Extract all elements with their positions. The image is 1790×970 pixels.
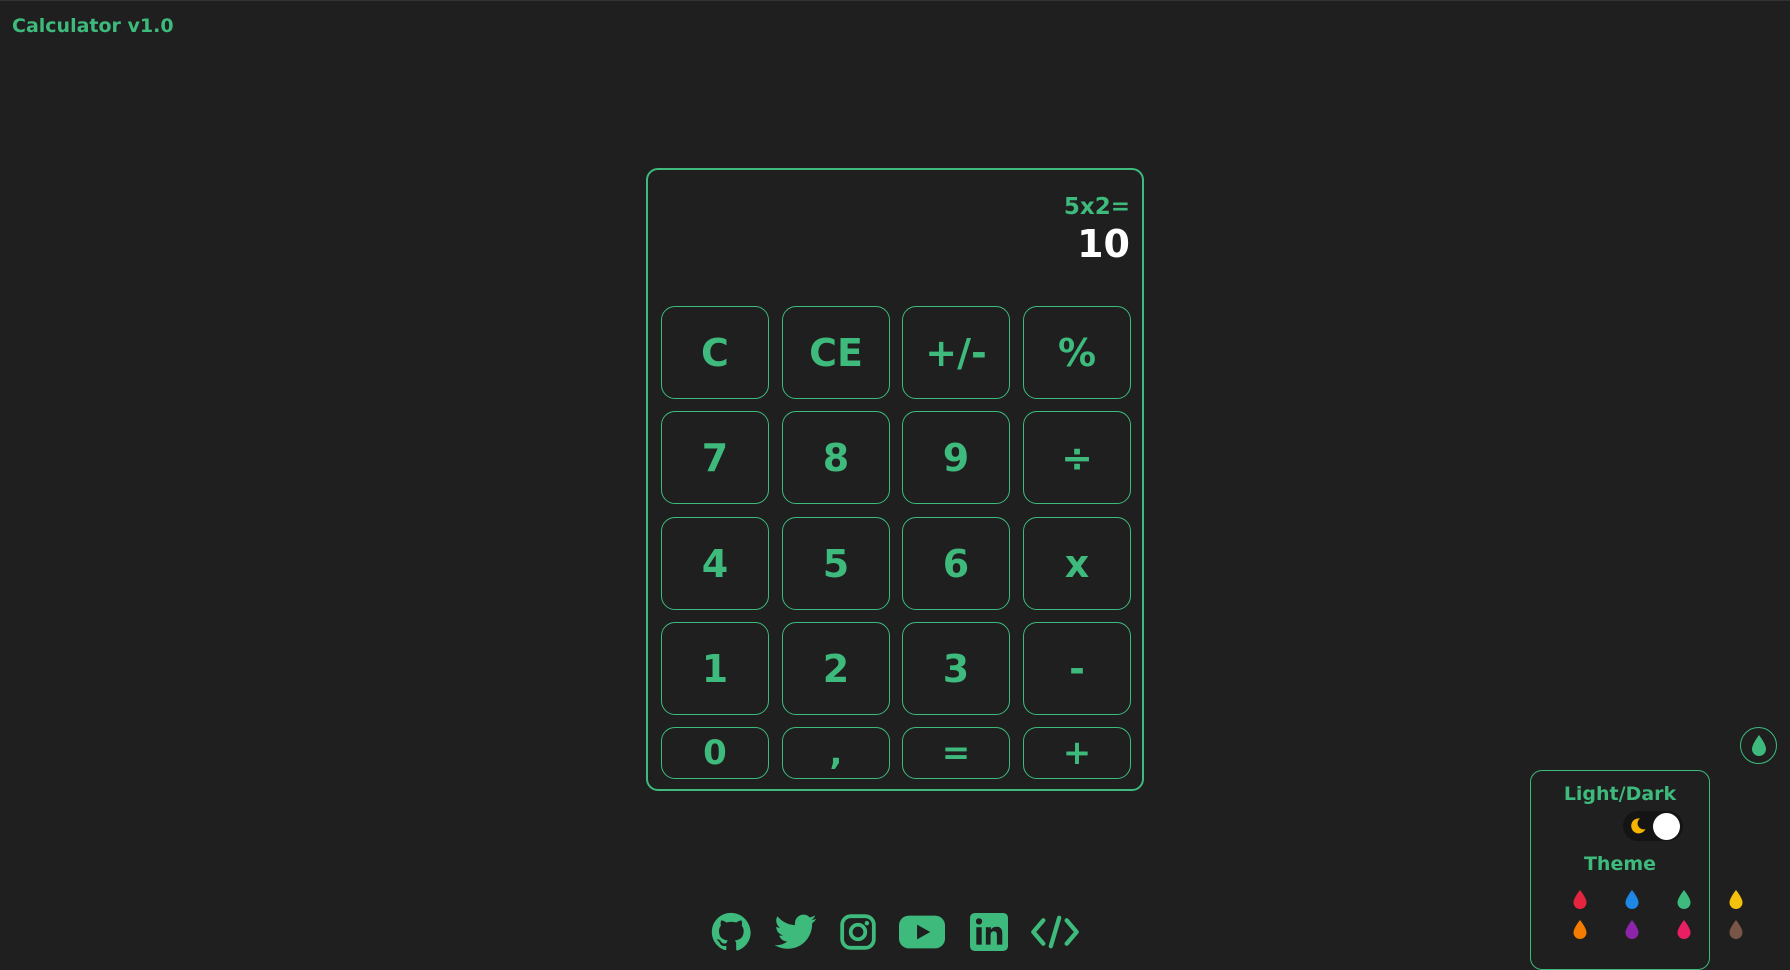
display-result: 10 bbox=[1077, 222, 1130, 266]
digit-8-button[interactable]: 8 bbox=[782, 411, 890, 504]
moon-icon bbox=[1631, 818, 1646, 834]
digit-6-button[interactable]: 6 bbox=[902, 517, 1010, 610]
theme-swatch-pink[interactable] bbox=[1675, 919, 1693, 941]
github-icon bbox=[711, 912, 751, 951]
toggle-knob bbox=[1653, 813, 1680, 840]
twitter-link[interactable] bbox=[774, 911, 818, 953]
theme-swatch-yellow[interactable] bbox=[1727, 889, 1745, 911]
multiply-button[interactable]: x bbox=[1023, 517, 1131, 610]
app-title: Calculator v1.0 bbox=[12, 15, 174, 37]
calculator: 5x2= 10 C CE +/- % 7 8 9 ÷ 4 5 6 x 1 2 3… bbox=[646, 168, 1144, 791]
equals-button[interactable]: = bbox=[902, 727, 1010, 779]
comma-button[interactable]: , bbox=[782, 727, 890, 779]
mode-label: Light/Dark bbox=[1563, 783, 1677, 805]
clear-entry-button[interactable]: CE bbox=[782, 306, 890, 399]
display-expression: 5x2= bbox=[1063, 194, 1130, 220]
theme-swatch-orange[interactable] bbox=[1571, 919, 1589, 941]
digit-9-button[interactable]: 9 bbox=[902, 411, 1010, 504]
linkedin-icon bbox=[970, 913, 1008, 951]
instagram-icon bbox=[840, 914, 876, 950]
digit-3-button[interactable]: 3 bbox=[902, 622, 1010, 715]
github-link[interactable] bbox=[710, 911, 752, 953]
theme-swatch-purple[interactable] bbox=[1623, 919, 1641, 941]
plus-button[interactable]: + bbox=[1023, 727, 1131, 779]
digit-5-button[interactable]: 5 bbox=[782, 517, 890, 610]
linkedin-link[interactable] bbox=[969, 911, 1009, 953]
settings-panel: Light/Dark Theme bbox=[1530, 770, 1743, 970]
twitter-icon bbox=[775, 914, 817, 949]
theme-swatch-green[interactable] bbox=[1675, 889, 1693, 911]
sign-toggle-button[interactable]: +/- bbox=[902, 306, 1010, 399]
digit-7-button[interactable]: 7 bbox=[661, 411, 769, 504]
theme-swatch-brown[interactable] bbox=[1727, 919, 1745, 941]
source-code-link[interactable] bbox=[1030, 911, 1080, 953]
code-icon bbox=[1031, 915, 1079, 949]
instagram-link[interactable] bbox=[838, 911, 878, 953]
youtube-icon bbox=[899, 915, 945, 949]
percent-button[interactable]: % bbox=[1023, 306, 1131, 399]
clear-button[interactable]: C bbox=[661, 306, 769, 399]
display: 5x2= 10 bbox=[1063, 194, 1130, 266]
youtube-link[interactable] bbox=[899, 911, 945, 953]
theme-swatch-red[interactable] bbox=[1571, 889, 1589, 911]
theme-swatch-blue[interactable] bbox=[1623, 889, 1641, 911]
digit-1-button[interactable]: 1 bbox=[661, 622, 769, 715]
theme-settings-button[interactable] bbox=[1740, 727, 1777, 764]
divide-button[interactable]: ÷ bbox=[1023, 411, 1131, 504]
droplet-icon bbox=[1751, 734, 1766, 756]
digit-2-button[interactable]: 2 bbox=[782, 622, 890, 715]
minus-button[interactable]: - bbox=[1023, 622, 1131, 715]
digit-4-button[interactable]: 4 bbox=[661, 517, 769, 610]
digit-0-button[interactable]: 0 bbox=[661, 727, 769, 779]
theme-label: Theme bbox=[1583, 853, 1657, 875]
light-dark-toggle[interactable] bbox=[1623, 811, 1683, 841]
